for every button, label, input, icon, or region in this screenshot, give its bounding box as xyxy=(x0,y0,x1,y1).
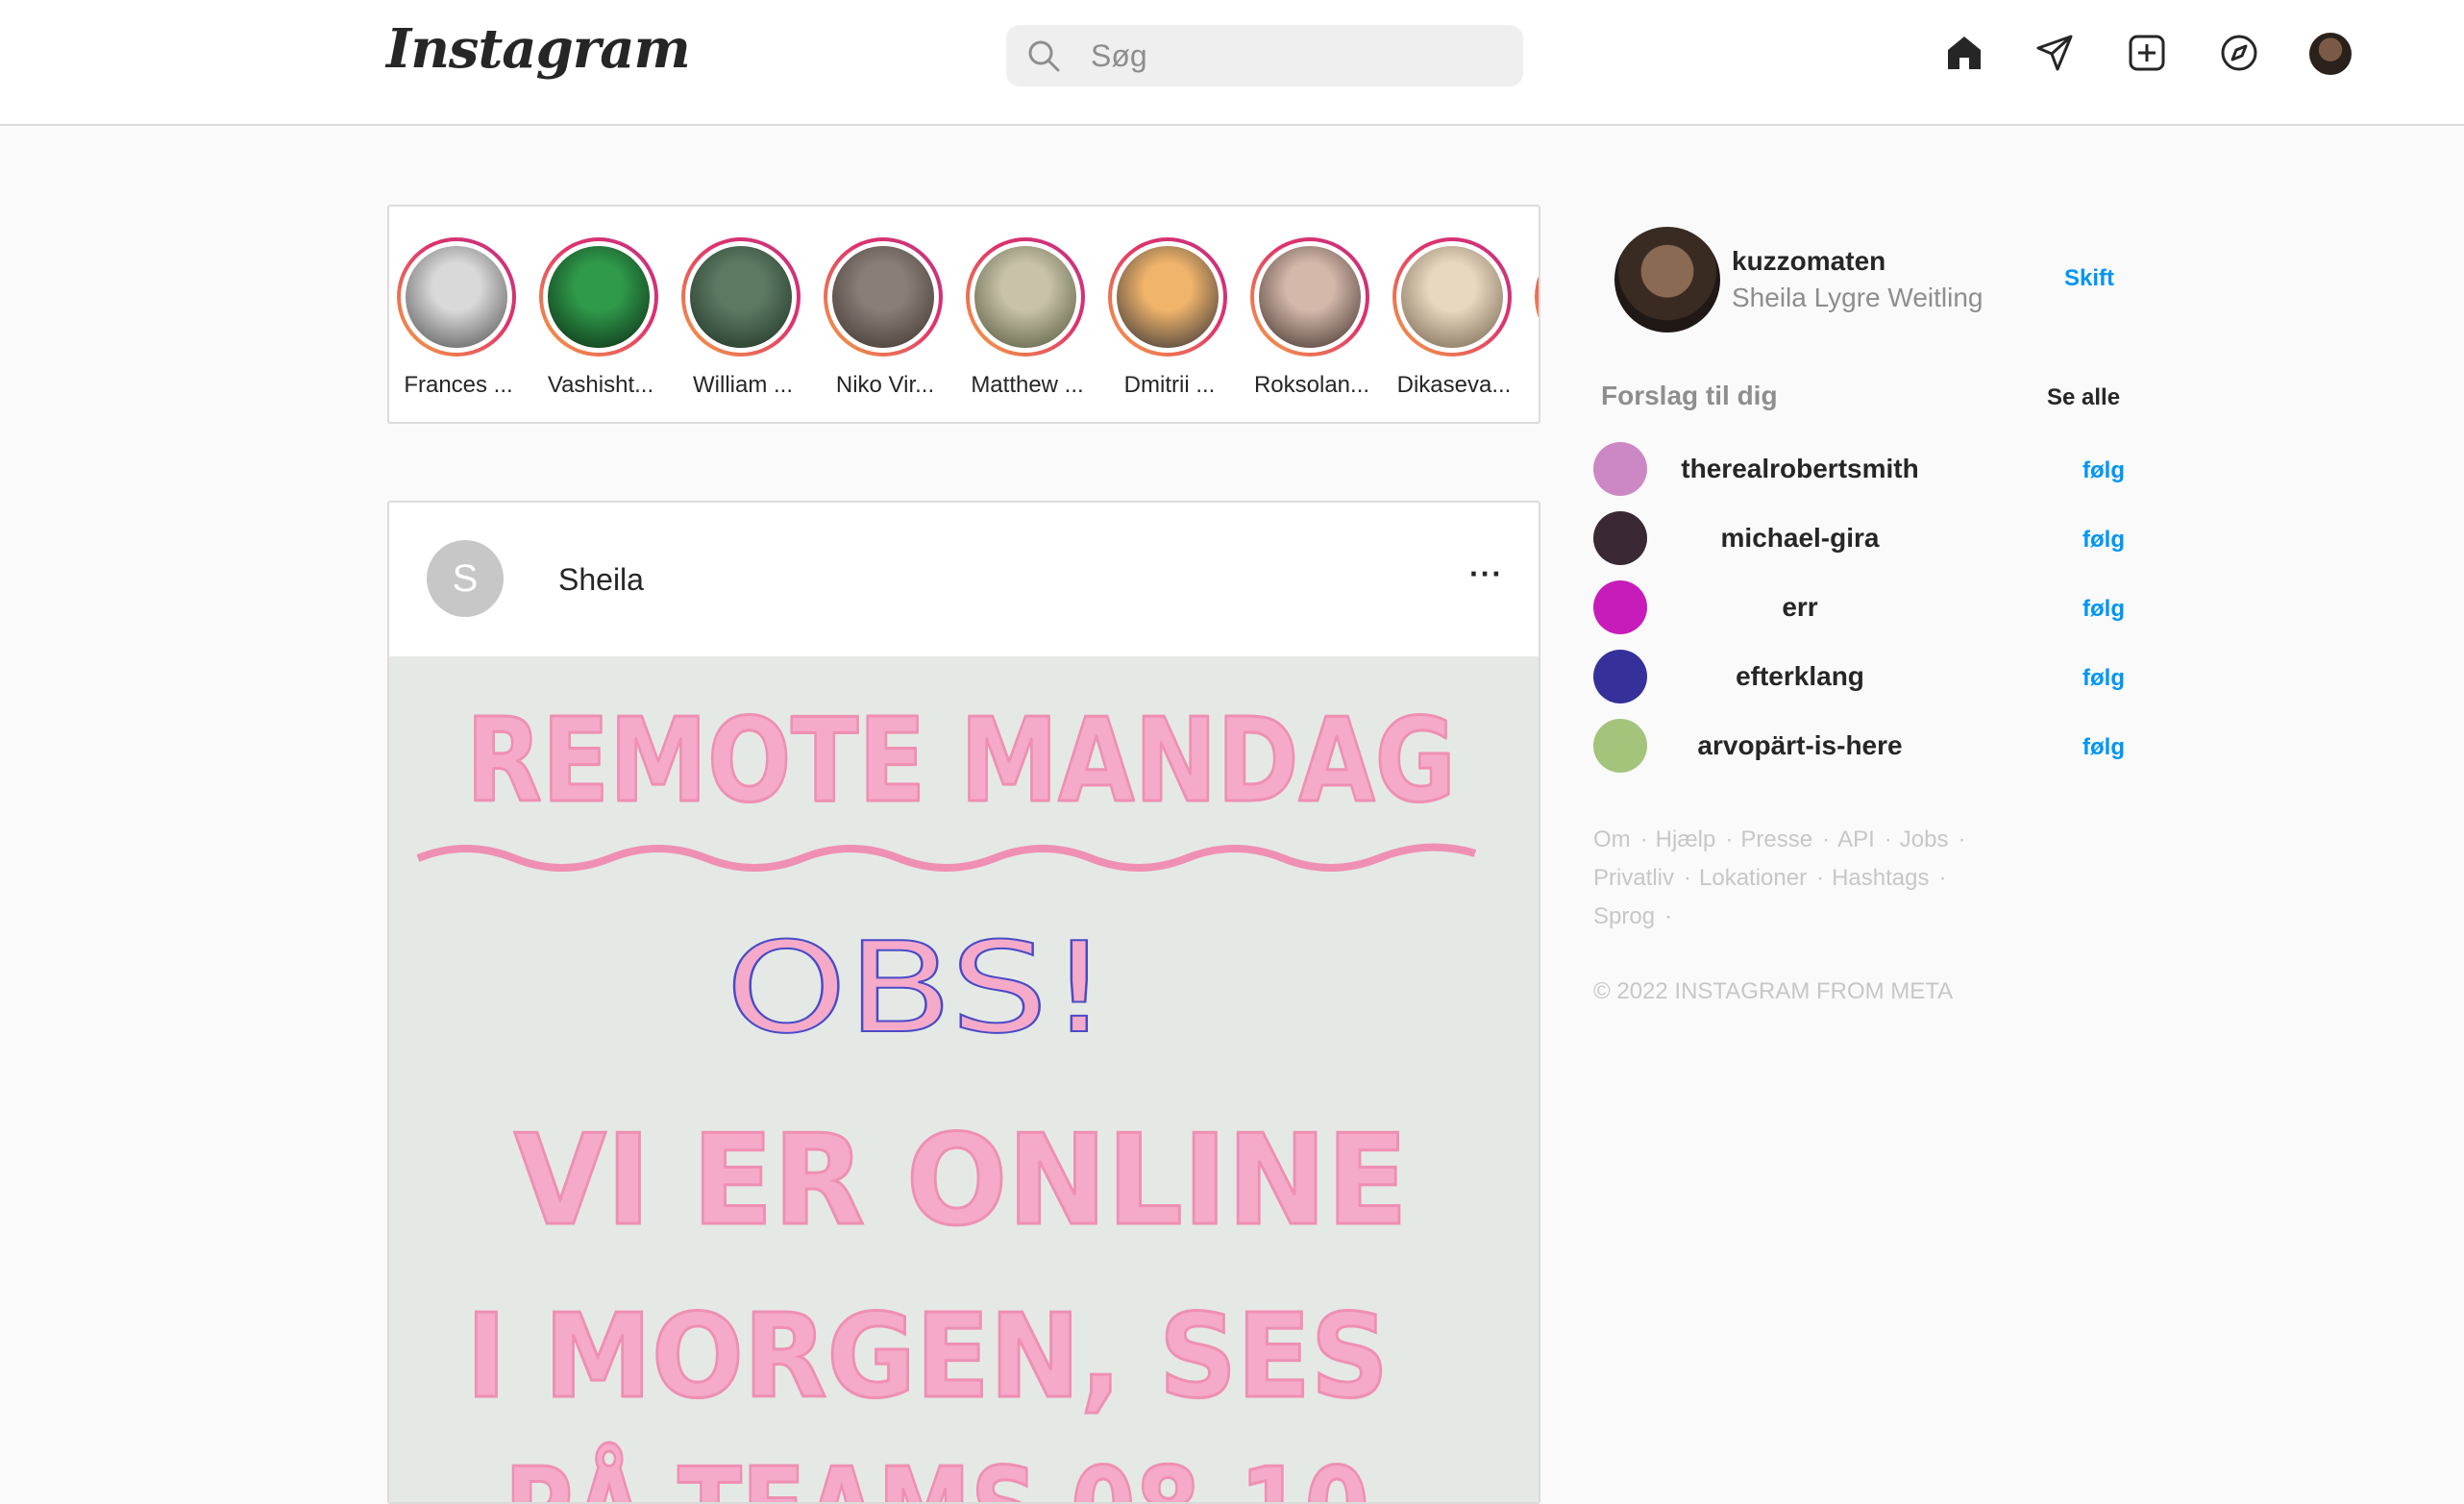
switch-account-button[interactable]: Skift xyxy=(2064,265,2114,292)
current-user-avatar[interactable] xyxy=(1614,227,1720,333)
suggestion-username[interactable]: arvopärt-is-here xyxy=(1670,730,1930,761)
copyright: © 2022 INSTAGRAM FROM META xyxy=(1593,978,1954,1004)
story-ring[interactable] xyxy=(397,237,516,357)
current-user-fullname: Sheila Lygre Weitling xyxy=(1732,283,1984,312)
story-username: Niko Vir... xyxy=(835,372,935,398)
footer-link[interactable]: Om xyxy=(1593,826,1631,852)
suggestion-avatar[interactable] xyxy=(1593,719,1647,773)
story-thumbnail xyxy=(832,246,934,348)
suggestion-username[interactable]: efterklang xyxy=(1670,661,1930,692)
direct-message-icon[interactable] xyxy=(2034,33,2075,73)
story-ring[interactable] xyxy=(681,237,801,357)
suggestion-item: err følg xyxy=(1593,580,2131,634)
post-author-username[interactable]: Sheila xyxy=(558,562,644,598)
footer-links: Om · Hjælp · Presse · API · Jobs · Privatliv · Lokat… xyxy=(1593,821,2016,936)
story-thumbnail xyxy=(548,246,650,348)
story-ring[interactable] xyxy=(1392,237,1512,357)
footer-separator: · xyxy=(1725,826,1734,852)
story-username: William ... xyxy=(693,372,793,398)
footer-link[interactable]: Privatliv xyxy=(1593,865,1674,891)
suggestion-username[interactable]: michael-gira xyxy=(1670,523,1930,554)
story-username: Vashisht... xyxy=(547,372,654,398)
footer-separator: · xyxy=(1958,826,1966,852)
story-username: Dmitrii ... xyxy=(1123,372,1216,398)
footer-separator: · xyxy=(1664,903,1673,929)
suggestion-avatar[interactable] xyxy=(1593,650,1647,703)
story-username: Dikaseva... xyxy=(1396,372,1512,398)
stories-tray: Frances ... Vashisht... William ... Niko Vi… xyxy=(387,205,1540,424)
suggestion-avatar[interactable] xyxy=(1593,511,1647,565)
story-thumbnail xyxy=(974,246,1076,348)
image-text-line-1: REMOTE MANDAG xyxy=(466,695,1456,828)
footer-link[interactable]: Lokationer xyxy=(1699,865,1807,891)
feed-post: S Sheila ··· REMOTE MANDAG OBS! VI ER ON… xyxy=(387,501,1540,1504)
story-ring[interactable] xyxy=(966,237,1085,357)
footer-separator: · xyxy=(1884,826,1892,852)
image-squiggle xyxy=(416,843,1477,872)
story-thumbnail xyxy=(406,246,507,348)
story-thumbnail xyxy=(1259,246,1361,348)
footer-link[interactable]: Presse xyxy=(1740,826,1812,852)
story-ring[interactable] xyxy=(1250,237,1369,357)
footer-link[interactable]: API xyxy=(1837,826,1875,852)
footer-link[interactable]: Sprog xyxy=(1593,903,1655,929)
top-navigation-bar: Instagram Søg xyxy=(0,0,2464,126)
follow-button[interactable]: følg xyxy=(2082,665,2125,692)
story-ring[interactable] xyxy=(1108,237,1227,357)
footer-separator: · xyxy=(1938,865,1947,891)
whiteboard-image: REMOTE MANDAG OBS! VI ER ONLINE I MORGEN… xyxy=(416,694,1477,1502)
follow-button[interactable]: følg xyxy=(2082,527,2125,554)
suggestion-item: arvopärt-is-here følg xyxy=(1593,719,2131,773)
follow-button[interactable]: følg xyxy=(2082,596,2125,623)
suggestion-avatar[interactable] xyxy=(1593,580,1647,634)
new-post-icon[interactable] xyxy=(2127,33,2167,73)
image-text-line-2: OBS! xyxy=(726,915,1110,1061)
footer-separator: · xyxy=(1816,865,1825,891)
footer-link[interactable]: Hashtags xyxy=(1832,865,1929,891)
story-thumbnail xyxy=(1401,246,1503,348)
story-thumbnail xyxy=(1117,246,1219,348)
image-text-line-5: PÅ TEAMS 08-10 xyxy=(505,1443,1369,1502)
see-all-button[interactable]: Se alle xyxy=(2047,384,2120,411)
story-ring[interactable] xyxy=(824,237,943,357)
suggestion-username[interactable]: therealrobertsmith xyxy=(1670,454,1930,484)
suggestions-title: Forslag til dig xyxy=(1601,381,1778,410)
footer-separator: · xyxy=(1639,826,1648,852)
post-author-avatar[interactable]: S xyxy=(427,540,504,617)
follow-button[interactable]: følg xyxy=(2082,734,2125,761)
story-username: Matthew ... xyxy=(971,372,1084,398)
suggestion-item: therealrobertsmith følg xyxy=(1593,442,2131,496)
post-options-icon[interactable]: ··· xyxy=(1469,556,1503,592)
current-user-username[interactable]: kuzzomaten xyxy=(1732,246,1885,277)
story-username: Roksolan... xyxy=(1253,372,1370,398)
home-icon[interactable] xyxy=(1944,33,1984,73)
footer-separator: · xyxy=(1684,865,1692,891)
story-username: Frances ... xyxy=(404,372,513,398)
post-image[interactable]: REMOTE MANDAG OBS! VI ER ONLINE I MORGEN… xyxy=(389,656,1539,1502)
search-input[interactable]: Søg xyxy=(1006,25,1523,86)
instagram-logo[interactable]: Instagram xyxy=(386,17,691,81)
suggestion-username[interactable]: err xyxy=(1670,592,1930,623)
suggestion-avatar[interactable] xyxy=(1593,442,1647,496)
image-text-line-4: I MORGEN, SES xyxy=(466,1291,1389,1424)
search-icon xyxy=(1028,40,1060,72)
footer-separator: · xyxy=(1822,826,1831,852)
profile-avatar[interactable] xyxy=(2309,33,2352,75)
story-ring[interactable] xyxy=(539,237,658,357)
image-text-line-3: VI ER ONLINE xyxy=(514,1107,1408,1253)
footer-link[interactable]: Hjælp xyxy=(1656,826,1716,852)
follow-button[interactable]: følg xyxy=(2082,457,2125,484)
suggestion-item: michael-gira følg xyxy=(1593,511,2131,565)
story-thumbnail xyxy=(690,246,792,348)
search-placeholder: Søg xyxy=(1091,38,1147,73)
footer-link[interactable]: Jobs xyxy=(1900,826,1949,852)
explore-icon[interactable] xyxy=(2219,33,2259,73)
suggestion-item: efterklang følg xyxy=(1593,650,2131,703)
